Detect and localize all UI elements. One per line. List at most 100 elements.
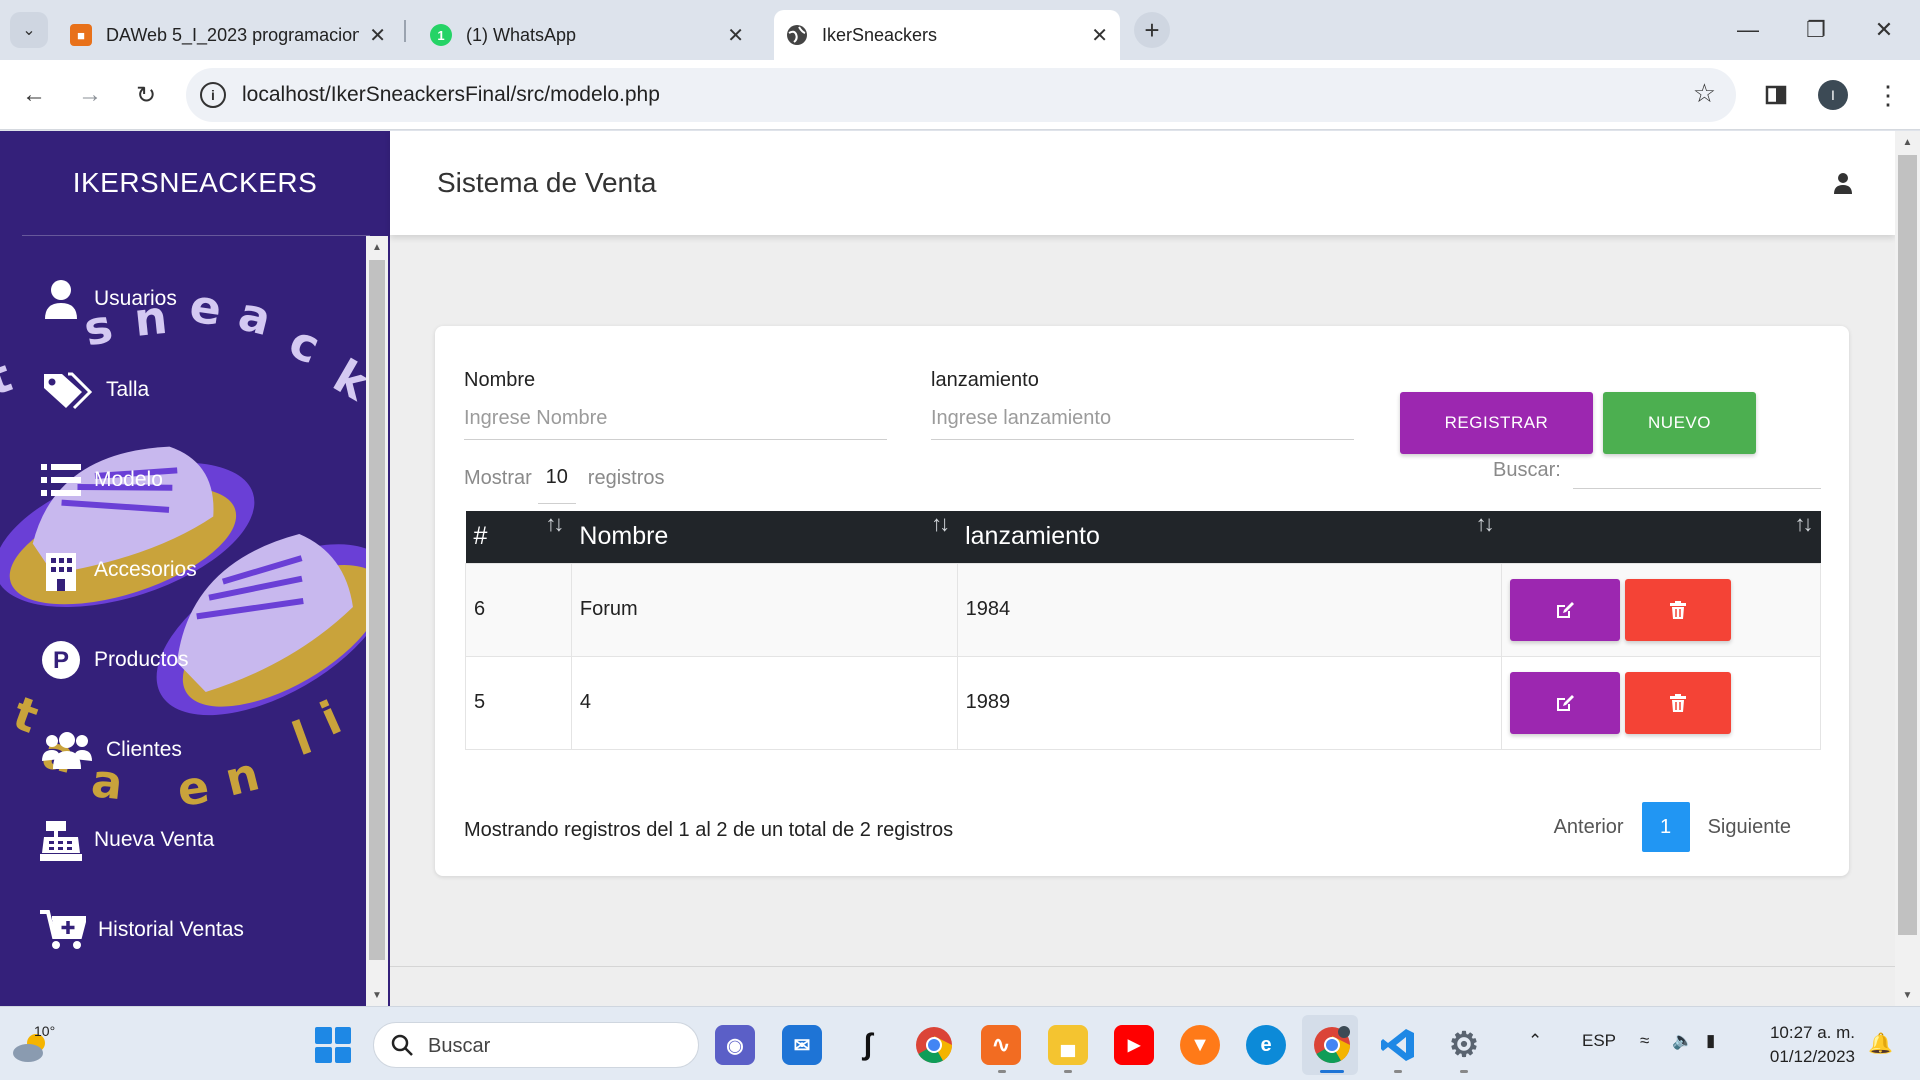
start-button[interactable] <box>315 1027 351 1063</box>
sidebar-item-usuarios[interactable]: Usuarios <box>40 271 177 327</box>
weather-temperature: 10° <box>34 1023 56 1039</box>
sidebar-item-historial-ventas[interactable]: Historial Ventas <box>40 902 244 958</box>
sidebar-item-accesorios[interactable]: Accesorios <box>40 542 197 598</box>
minimize-icon[interactable]: — <box>1730 12 1766 48</box>
column-header-actions[interactable]: ↑↓ <box>1501 511 1821 563</box>
taskbar-search[interactable]: Buscar <box>373 1022 699 1068</box>
bookmark-star-icon[interactable]: ☆ <box>1693 78 1716 109</box>
tab-whatsapp[interactable]: 1 (1) WhatsApp ✕ <box>418 10 756 60</box>
edge-icon[interactable]: e <box>1246 1025 1286 1065</box>
weather-widget[interactable]: 10° <box>12 1021 58 1067</box>
language-indicator[interactable]: ESP <box>1582 1031 1616 1051</box>
tab-daweb[interactable]: ■ DAWeb 5_I_2023 programacion ✕ <box>58 10 398 60</box>
user-account-icon[interactable] <box>1831 171 1855 195</box>
classroom-favicon-icon: ■ <box>70 24 92 46</box>
column-header-id[interactable]: # ↑↓ <box>465 511 572 563</box>
svg-text:l: l <box>285 710 318 766</box>
vscode-icon[interactable] <box>1378 1025 1418 1065</box>
cell-id: 6 <box>465 562 572 657</box>
close-tab-icon[interactable]: ✕ <box>727 23 744 48</box>
pagination-previous[interactable]: Anterior <box>1536 816 1642 839</box>
scroll-up-arrow-icon[interactable]: ▲ <box>366 236 388 258</box>
site-info-icon[interactable]: i <box>200 82 226 108</box>
edit-button[interactable] <box>1510 671 1621 734</box>
mail-icon[interactable]: ✉ <box>782 1025 822 1065</box>
side-panel-icon[interactable] <box>1758 77 1794 113</box>
running-indicator <box>998 1070 1006 1073</box>
svg-text:k: k <box>325 349 367 412</box>
sort-icon[interactable]: ↑↓ <box>931 511 950 537</box>
sidebar-item-talla[interactable]: Talla <box>40 362 149 418</box>
restore-icon[interactable]: ❐ <box>1798 12 1834 48</box>
xampp-icon[interactable]: ∿ <box>981 1025 1021 1065</box>
delete-button[interactable] <box>1625 578 1732 641</box>
chrome-profile-icon[interactable] <box>1312 1025 1352 1065</box>
back-arrow-icon[interactable]: ← <box>16 77 52 113</box>
svg-text:P: P <box>53 647 69 674</box>
column-header-lanzamiento[interactable]: lanzamiento ↑↓ <box>957 511 1502 563</box>
tab-search-menu-button[interactable]: ⌄ <box>10 12 48 48</box>
sidebar-item-label: Clientes <box>106 738 182 761</box>
pagination-page-current[interactable]: 1 <box>1641 802 1690 852</box>
chevron-up-icon[interactable]: ⌃ <box>1528 1031 1542 1051</box>
sublime-text-icon[interactable]: ∫ <box>848 1025 888 1065</box>
profile-avatar[interactable]: I <box>1818 80 1848 110</box>
sort-icon[interactable]: ↑↓ <box>545 511 564 537</box>
edit-button[interactable] <box>1510 578 1621 641</box>
scroll-down-arrow-icon[interactable]: ▼ <box>1895 984 1920 1006</box>
nombre-input[interactable] <box>464 398 887 440</box>
brave-icon[interactable]: ▼ <box>1180 1025 1220 1065</box>
reload-icon[interactable]: ↻ <box>128 77 164 113</box>
sidebar-item-modelo[interactable]: Modelo <box>40 452 163 508</box>
sidebar-brand[interactable]: IKERSNEACKERS <box>0 131 390 235</box>
sort-icon[interactable]: ↑↓ <box>1795 511 1814 537</box>
datatable-length: Mostrar 10 registros <box>464 459 665 504</box>
scroll-down-arrow-icon[interactable]: ▼ <box>366 984 388 1006</box>
forward-arrow-icon[interactable]: → <box>72 77 108 113</box>
page-scrollbar-thumb[interactable] <box>1898 155 1917 935</box>
cash-register-icon <box>40 819 82 861</box>
length-suffix: registros <box>587 466 665 489</box>
url-text[interactable]: localhost/IkerSneackersFinal/src/modelo.… <box>242 83 660 107</box>
close-window-icon[interactable]: ✕ <box>1866 12 1902 48</box>
sidebar-scrollbar[interactable]: ▲ ▼ <box>366 236 388 1006</box>
page-scrollbar[interactable]: ▲ ▼ <box>1895 131 1920 1006</box>
sidebar-item-productos[interactable]: P Productos <box>40 632 189 688</box>
search-input[interactable] <box>1573 451 1821 489</box>
close-tab-icon[interactable]: ✕ <box>1091 23 1108 48</box>
pagination-next[interactable]: Siguiente <box>1690 816 1809 839</box>
teams-icon[interactable]: ◉ <box>715 1025 755 1065</box>
lanzamiento-input[interactable] <box>931 398 1354 440</box>
sneaker-background-image: s n e a c k t t a a e n l i <box>0 278 367 817</box>
volume-icon[interactable]: 🔈 <box>1672 1031 1693 1051</box>
close-tab-icon[interactable]: ✕ <box>369 23 386 48</box>
scroll-up-arrow-icon[interactable]: ▲ <box>1895 131 1920 153</box>
wifi-icon[interactable]: ≈ <box>1640 1031 1649 1051</box>
delete-button[interactable] <box>1625 671 1732 734</box>
sidebar-item-clientes[interactable]: Clientes <box>40 722 182 778</box>
system-clock[interactable]: 10:27 a. m. 01/12/2023 <box>1755 1021 1855 1069</box>
registrar-button[interactable]: REGISTRAR <box>1400 392 1593 454</box>
cell-lanzamiento: 1984 <box>956 562 1503 657</box>
clock-time: 10:27 a. m. <box>1769 1023 1855 1042</box>
file-explorer-icon[interactable]: ▄ <box>1048 1025 1088 1065</box>
sidebar-item-nueva-venta[interactable]: Nueva Venta <box>40 812 214 868</box>
new-tab-button[interactable]: + <box>1134 12 1170 48</box>
sidebar-item-label: Modelo <box>94 468 163 491</box>
nuevo-button[interactable]: NUEVO <box>1603 392 1756 454</box>
sidebar-scrollbar-thumb[interactable] <box>369 260 385 960</box>
notification-bell-icon[interactable]: 🔔 <box>1868 1031 1893 1056</box>
table-row: 5 4 1989 <box>465 655 1821 750</box>
edit-icon <box>1557 694 1575 711</box>
modelo-table: # ↑↓ Nombre ↑↓ lanzamiento ↑↓ ↑↓ 6 Forum 19… <box>465 511 1821 750</box>
chrome-icon[interactable] <box>914 1025 954 1065</box>
address-bar[interactable]: i localhost/IkerSneackersFinal/src/model… <box>186 68 1736 122</box>
browser-menu-icon[interactable]: ⋮ <box>1870 77 1906 113</box>
tab-ikersneackers[interactable]: IkerSneackers ✕ <box>774 10 1120 60</box>
youtube-icon[interactable]: ▶ <box>1114 1025 1154 1065</box>
settings-gear-icon[interactable]: ⚙ <box>1444 1025 1484 1065</box>
sort-icon[interactable]: ↑↓ <box>1476 511 1495 537</box>
column-header-nombre[interactable]: Nombre ↑↓ <box>571 511 958 563</box>
length-select[interactable]: 10 <box>537 466 576 504</box>
battery-icon[interactable]: ▮ <box>1706 1031 1715 1051</box>
